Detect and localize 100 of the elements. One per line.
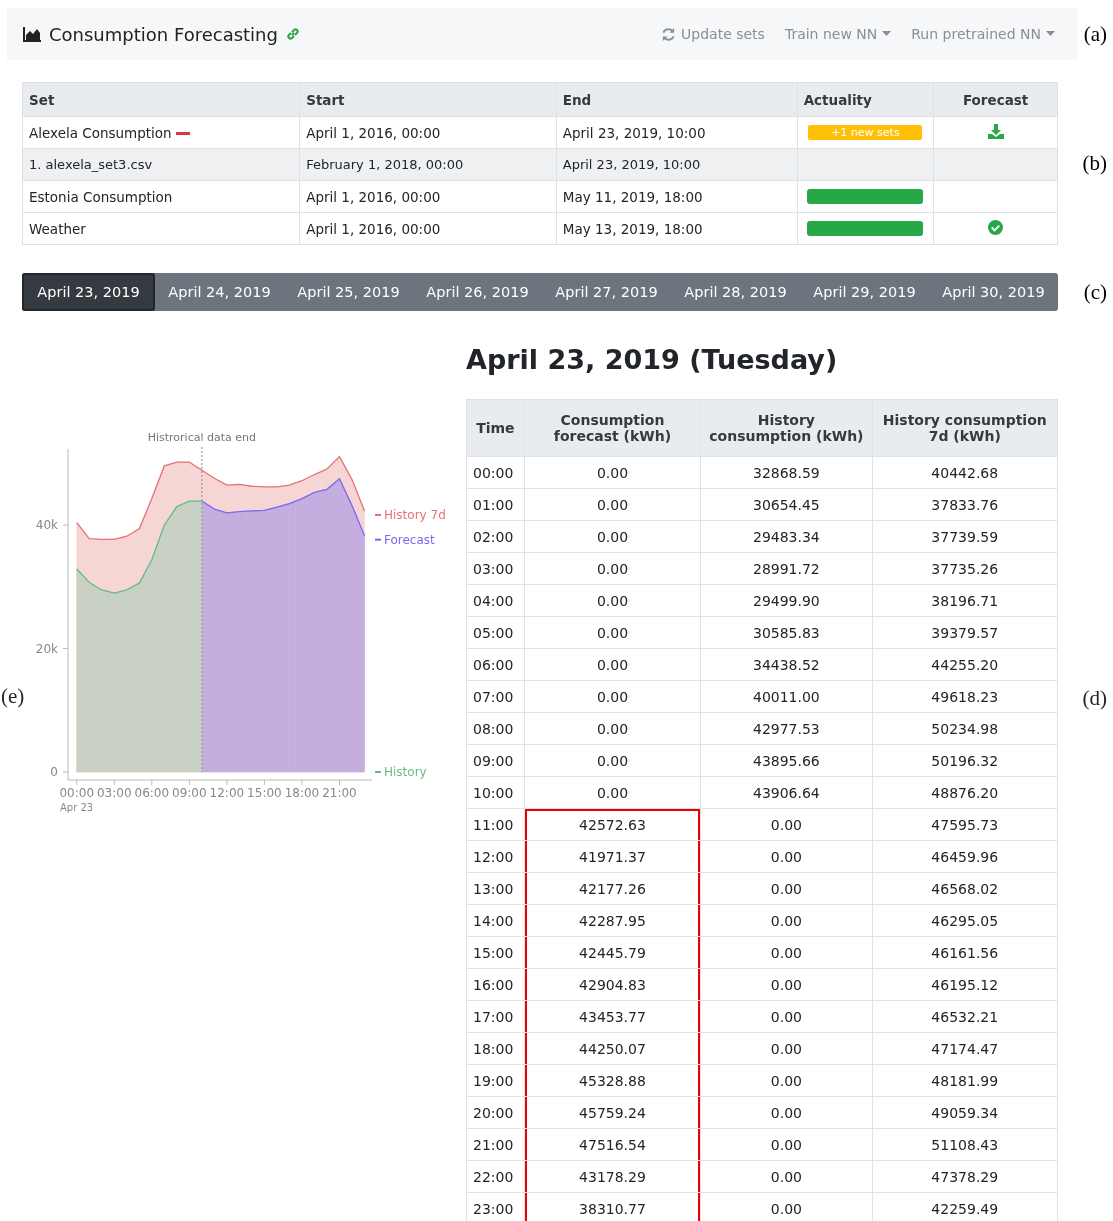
table-cell: 0.00 bbox=[524, 488, 701, 521]
column-header: Actuality bbox=[797, 82, 934, 117]
date-tab[interactable]: April 25, 2019 bbox=[284, 273, 413, 311]
check-icon bbox=[988, 219, 1004, 235]
date-tab[interactable]: April 30, 2019 bbox=[929, 273, 1058, 311]
legend-swatch bbox=[374, 513, 382, 516]
column-header: Set bbox=[22, 82, 300, 117]
table-cell: April 1, 2016, 00:00 bbox=[299, 180, 557, 213]
time-cell: 03:00 bbox=[466, 552, 525, 585]
x-tick-label: 03:00 bbox=[97, 786, 132, 800]
table-cell: 0.00 bbox=[700, 1096, 873, 1129]
table-cell: April 23, 2019, 10:00 bbox=[556, 148, 798, 181]
table-cell: February 1, 2018, 00:00 bbox=[299, 148, 557, 181]
time-cell: 08:00 bbox=[466, 712, 525, 745]
table-cell: 0.00 bbox=[700, 1128, 873, 1161]
time-cell: 11:00 bbox=[466, 808, 525, 841]
table-cell: 44255.20 bbox=[872, 648, 1058, 681]
column-header: Time bbox=[466, 399, 525, 457]
table-cell: May 11, 2019, 18:00 bbox=[556, 180, 798, 213]
table-cell: 47174.47 bbox=[872, 1032, 1058, 1065]
download-icon[interactable] bbox=[987, 123, 1004, 139]
highlighted-forecast-cell: 43453.77 bbox=[524, 1000, 701, 1033]
date-tab[interactable]: April 26, 2019 bbox=[413, 273, 542, 311]
time-cell: 12:00 bbox=[466, 840, 525, 873]
table-cell: 46459.96 bbox=[872, 840, 1058, 873]
table-cell: 46532.21 bbox=[872, 1000, 1058, 1033]
day-title: April 23, 2019 (Tuesday) bbox=[466, 343, 839, 377]
date-tab[interactable]: April 23, 2019 bbox=[22, 273, 155, 311]
table-cell: 34438.52 bbox=[700, 648, 873, 681]
highlighted-forecast-cell: 41971.37 bbox=[524, 840, 701, 873]
highlighted-forecast-cell: 42572.63 bbox=[524, 808, 701, 841]
series-label: Forecast bbox=[384, 532, 435, 547]
date-tab[interactable]: April 29, 2019 bbox=[800, 273, 929, 311]
time-cell: 13:00 bbox=[466, 872, 525, 905]
highlighted-forecast-cell: 42287.95 bbox=[524, 904, 701, 937]
table-cell: 0.00 bbox=[700, 936, 873, 969]
table-cell: 0.00 bbox=[700, 1000, 873, 1033]
table-cell: 37833.76 bbox=[872, 488, 1058, 521]
table-cell: 46195.12 bbox=[872, 968, 1058, 1001]
table-cell: 0.00 bbox=[524, 712, 701, 745]
time-cell: 23:00 bbox=[466, 1192, 525, 1221]
date-label: Apr 23 bbox=[60, 802, 94, 813]
table-cell: 40011.00 bbox=[700, 680, 873, 713]
panel-label: (e) bbox=[1, 684, 25, 709]
time-cell: 09:00 bbox=[466, 744, 525, 777]
table-cell: 0.00 bbox=[524, 680, 701, 713]
legend-swatch bbox=[374, 538, 382, 541]
header-menu-button[interactable]: Update sets bbox=[655, 26, 771, 42]
x-tick-label: 00:00 bbox=[59, 786, 95, 800]
column-header: Consumption forecast (kWh) bbox=[524, 399, 701, 457]
time-cell: 21:00 bbox=[466, 1128, 525, 1161]
column-header: Forecast bbox=[933, 82, 1058, 117]
series-label: History 7d bbox=[384, 507, 446, 522]
y-tick-label: 40k bbox=[35, 518, 58, 533]
table-cell: 32868.59 bbox=[700, 456, 873, 489]
time-cell: 17:00 bbox=[466, 1000, 525, 1033]
date-tab[interactable]: April 28, 2019 bbox=[671, 273, 800, 311]
column-header: Start bbox=[299, 82, 557, 117]
table-cell: 0.00 bbox=[524, 456, 701, 489]
time-cell: 04:00 bbox=[466, 584, 525, 617]
time-cell: 22:00 bbox=[466, 1160, 525, 1193]
table-cell: 37739.59 bbox=[872, 520, 1058, 553]
table-cell: 0.00 bbox=[700, 904, 873, 937]
time-cell: 05:00 bbox=[466, 616, 525, 649]
table-cell: 29499.90 bbox=[700, 584, 873, 617]
date-tab[interactable]: April 24, 2019 bbox=[155, 273, 284, 311]
area-chart-icon bbox=[23, 26, 41, 42]
date-tab[interactable]: April 27, 2019 bbox=[542, 273, 671, 311]
highlighted-forecast-cell: 43178.29 bbox=[524, 1160, 701, 1193]
y-tick-label: 0 bbox=[50, 765, 58, 779]
time-cell: 16:00 bbox=[466, 968, 525, 1001]
column-header: History consumption 7d (kWh) bbox=[872, 399, 1058, 457]
highlighted-forecast-cell: 38310.77 bbox=[524, 1192, 701, 1221]
link-icon[interactable] bbox=[285, 27, 300, 41]
table-cell: 40442.68 bbox=[872, 456, 1058, 489]
header-menu-button[interactable]: Train new NN bbox=[778, 26, 898, 42]
table-cell: 49059.34 bbox=[872, 1096, 1058, 1129]
time-cell: 18:00 bbox=[466, 1032, 525, 1065]
highlighted-forecast-cell: 42445.79 bbox=[524, 936, 701, 969]
time-cell: 01:00 bbox=[466, 488, 525, 521]
table-cell: 0.00 bbox=[700, 1032, 873, 1065]
panel-label: (d) bbox=[1082, 686, 1108, 712]
table-cell: 37735.26 bbox=[872, 552, 1058, 585]
new-sets-badge: +1 new sets bbox=[808, 125, 923, 140]
header-menu-button[interactable]: Run pretrained NN bbox=[905, 26, 1061, 42]
time-cell: 06:00 bbox=[466, 648, 525, 681]
table-cell: 49618.23 bbox=[872, 680, 1058, 713]
caret-icon bbox=[1046, 31, 1055, 37]
table-cell: 0.00 bbox=[700, 872, 873, 905]
table-cell: 0.00 bbox=[700, 1064, 873, 1097]
time-cell: 00:00 bbox=[466, 456, 525, 489]
table-cell: May 13, 2019, 18:00 bbox=[556, 212, 798, 245]
time-cell: 19:00 bbox=[466, 1064, 525, 1097]
table-cell: 42259.49 bbox=[872, 1192, 1058, 1221]
x-tick-label: 18:00 bbox=[284, 786, 320, 800]
highlighted-forecast-cell: 45759.24 bbox=[524, 1096, 701, 1129]
table-cell: 46161.56 bbox=[872, 936, 1058, 969]
table-cell: 30654.45 bbox=[700, 488, 873, 521]
table-cell: 0.00 bbox=[524, 584, 701, 617]
time-cell: 15:00 bbox=[466, 936, 525, 969]
